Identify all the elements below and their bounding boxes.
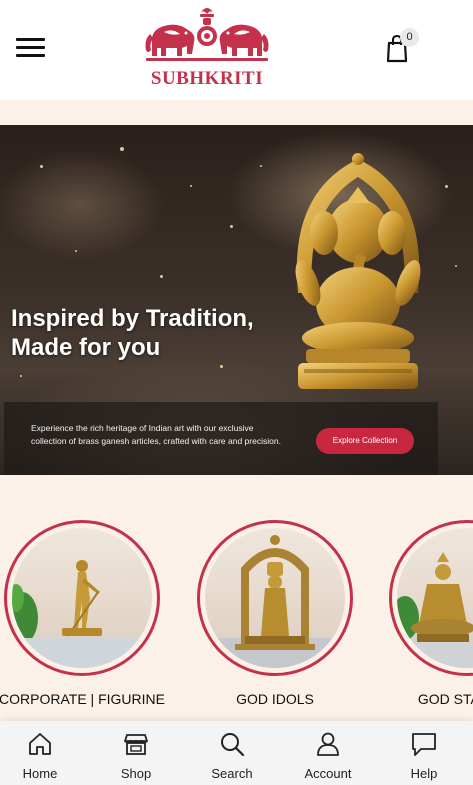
golfer-figurine-image	[12, 560, 152, 668]
nav-account[interactable]: Account	[288, 721, 368, 785]
search-icon	[221, 733, 245, 757]
elephant-emblem-icon	[145, 8, 269, 61]
category-photo	[397, 528, 473, 668]
category-item[interactable]: CORPORATE | FIGURINE	[0, 520, 165, 707]
category-item[interactable]: GOD IDOLS	[197, 520, 353, 707]
hero-title-line1: Inspired by Tradition,	[11, 305, 254, 332]
hero-title-line2: Made for you	[11, 334, 161, 361]
sparkle	[445, 185, 448, 188]
category-image-god-idols[interactable]	[197, 520, 353, 676]
category-carousel: CORPORATE | FIGURINE GOD IDOLS GOD ST	[0, 475, 473, 725]
help-chat-icon	[412, 733, 436, 756]
sparkle	[75, 250, 77, 252]
category-item[interactable]: GOD STATUES	[389, 520, 473, 707]
nav-search-label: Search	[211, 766, 253, 781]
balaji-idol-image	[205, 535, 345, 668]
brand-logo[interactable]: SUBHKRITI	[142, 4, 272, 90]
header: SUBHKRITI 0	[0, 0, 473, 100]
sparkle	[190, 185, 192, 187]
nav-help[interactable]: Help	[384, 721, 464, 785]
explore-collection-button[interactable]: Explore Collection	[316, 428, 414, 454]
menu-icon-bar	[16, 54, 45, 57]
sparkle	[160, 275, 163, 278]
category-label: CORPORATE | FIGURINE	[0, 691, 165, 707]
hero-banner: Inspired by Tradition, Made for you Expe…	[0, 125, 473, 475]
cart-button[interactable]: 0	[384, 28, 424, 63]
lakshmi-statue-image	[397, 552, 473, 668]
cart-count-badge: 0	[400, 28, 419, 47]
sparkle	[455, 265, 457, 267]
menu-icon-bar	[16, 46, 45, 49]
hero-description: Experience the rich heritage of Indian a…	[31, 423, 281, 446]
sparkle	[120, 147, 124, 151]
category-label: GOD IDOLS	[236, 691, 314, 707]
sparkle	[230, 225, 233, 228]
menu-icon	[16, 38, 45, 41]
nav-search[interactable]: Search	[192, 721, 272, 785]
bottom-navigation: Home Shop Search Account Help	[0, 721, 473, 785]
sparkle	[220, 365, 223, 368]
hero-title: Inspired by Tradition, Made for you	[11, 304, 311, 362]
category-photo	[12, 528, 152, 668]
nav-home[interactable]: Home	[0, 721, 80, 785]
brand-name: SUBHKRITI	[150, 68, 264, 89]
nav-shop-label: Shop	[120, 766, 152, 781]
menu-button[interactable]	[16, 36, 46, 58]
sparkle	[20, 375, 22, 377]
nav-home-label: Home	[22, 766, 58, 781]
nav-help-label: Help	[410, 766, 438, 781]
home-icon	[29, 733, 51, 755]
shop-icon	[124, 734, 148, 755]
nav-shop[interactable]: Shop	[96, 721, 176, 785]
sparkle	[40, 165, 43, 168]
nav-account-label: Account	[304, 766, 352, 781]
category-label: GOD STATUES	[417, 691, 473, 707]
category-image-corporate-figurine[interactable]	[4, 520, 160, 676]
account-icon	[317, 732, 339, 756]
page: SUBHKRITI 0 Inspired by Tradition, Made …	[0, 0, 473, 785]
category-image-god-statues[interactable]	[389, 520, 473, 676]
sparkle	[260, 165, 262, 167]
category-photo	[205, 528, 345, 668]
